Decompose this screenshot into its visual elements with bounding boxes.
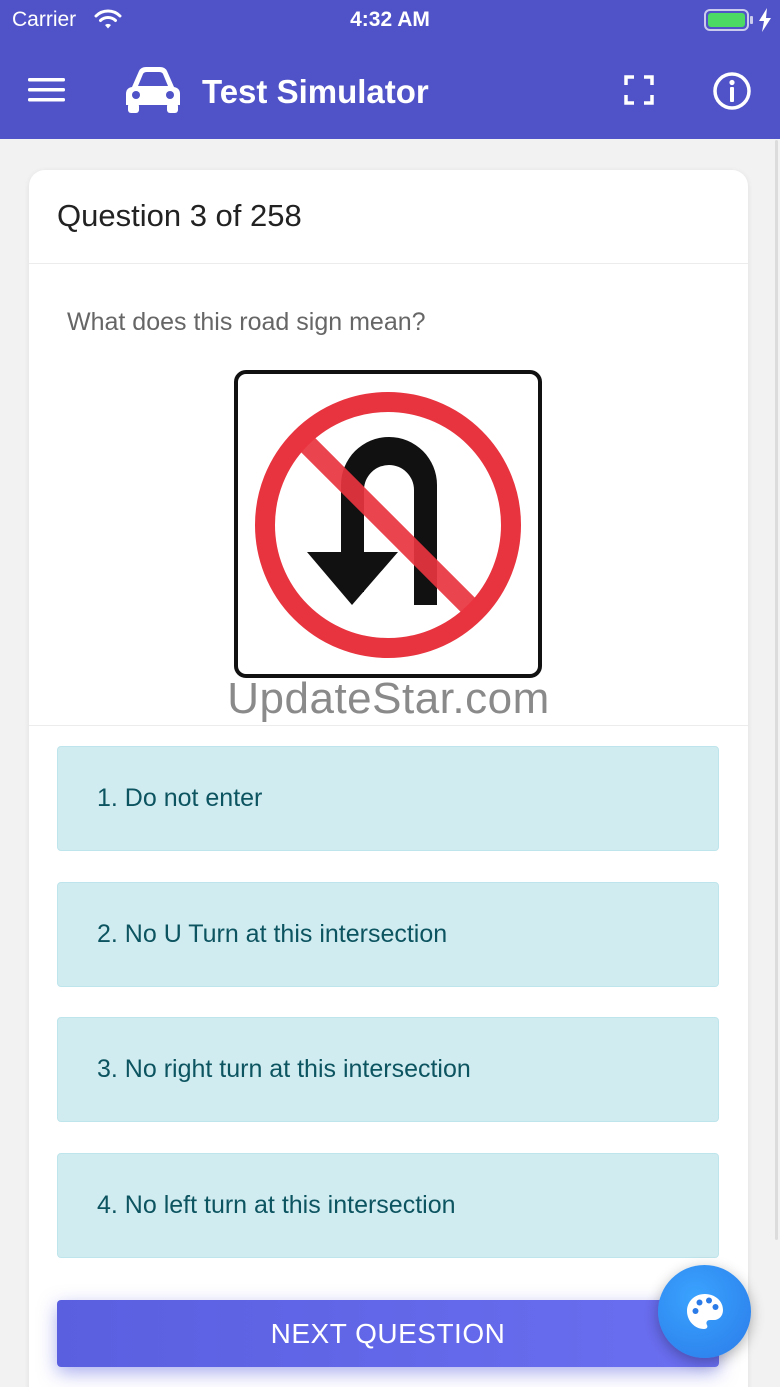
- battery-icon: [704, 9, 754, 36]
- answer-option-2[interactable]: 2. No U Turn at this intersection: [57, 882, 719, 987]
- question-text: What does this road sign mean?: [67, 308, 426, 336]
- theme-fab-button[interactable]: [658, 1265, 751, 1358]
- card-header: Question 3 of 258: [29, 170, 748, 264]
- charging-icon: [758, 8, 772, 37]
- status-bar: Carrier 4:32 AM: [0, 0, 780, 40]
- app-title: Test Simulator: [202, 73, 429, 110]
- palette-icon: [684, 1291, 726, 1338]
- answer-option-1[interactable]: 1. Do not enter: [57, 746, 719, 851]
- app-bar: Test Simulator: [0, 40, 780, 139]
- hamburger-menu-icon[interactable]: [28, 76, 66, 109]
- answer-option-4[interactable]: 4. No left turn at this intersection: [57, 1153, 719, 1258]
- car-icon: [122, 65, 184, 120]
- info-icon[interactable]: [712, 71, 752, 116]
- scrollbar[interactable]: [775, 140, 778, 1240]
- answer-option-3[interactable]: 3. No right turn at this intersection: [57, 1017, 719, 1122]
- no-u-turn-sign: [234, 370, 542, 685]
- question-counter: Question 3 of 258: [57, 198, 302, 233]
- fullscreen-icon[interactable]: [624, 75, 654, 110]
- clock: 4:32 AM: [350, 8, 430, 31]
- divider: [29, 725, 748, 726]
- watermark: UpdateStar.com: [227, 674, 550, 723]
- question-card: Question 3 of 258 What does this road si…: [29, 170, 748, 1387]
- next-question-button[interactable]: NEXT QUESTION: [57, 1300, 719, 1367]
